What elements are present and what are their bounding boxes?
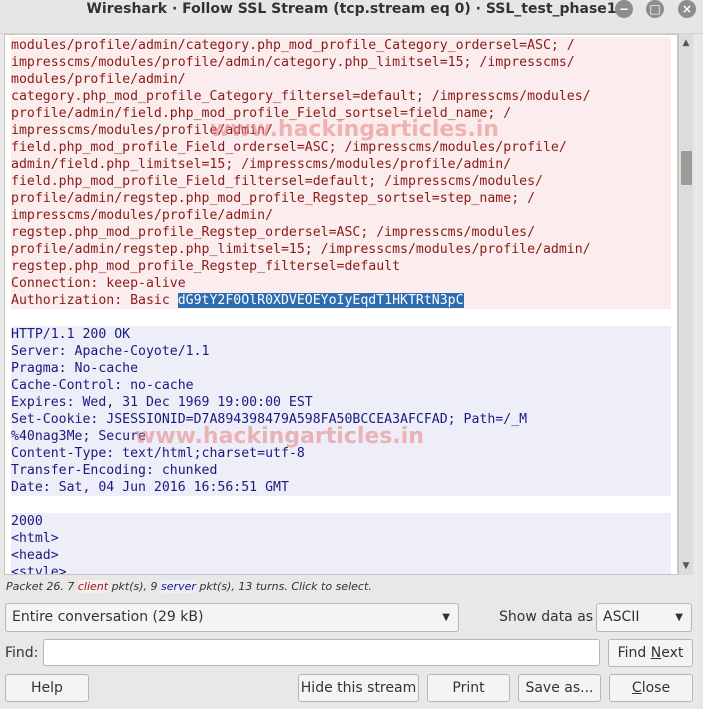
close-accelerator: C <box>631 680 642 696</box>
title-bar: Wireshark · Follow SSL Stream (tcp.strea… <box>0 0 703 34</box>
authorization-line[interactable]: Authorization: Basic dG9tY2F0OlR0XDVEOEY… <box>11 292 671 309</box>
server-stream-line[interactable]: HTTP/1.1 200 OK <box>11 326 671 343</box>
client-stream-line[interactable]: profile/admin/field.php_mod_profile_Fiel… <box>11 105 671 122</box>
conversation-select[interactable]: Entire conversation (29 kB) ▼ <box>5 603 459 632</box>
server-stream-line[interactable]: Transfer-Encoding: chunked <box>11 462 671 479</box>
hide-stream-button[interactable]: Hide this stream <box>298 674 419 702</box>
server-stream-line[interactable]: Content-Type: text/html;charset=utf-8 <box>11 445 671 462</box>
minimize-button[interactable]: − <box>615 0 633 18</box>
client-stream-line[interactable]: field.php_mod_profile_Field_ordersel=ASC… <box>11 139 671 156</box>
client-stream-line[interactable]: regstep.php_mod_profile_Regstep_filterse… <box>11 258 671 275</box>
server-data-block[interactable]: 2000 <html> <head> <style> <box>11 513 671 574</box>
server-stream-line[interactable]: Pragma: No-cache <box>11 360 671 377</box>
authorization-credential-selected[interactable]: dG9tY2F0OlR0XDVEOEYoIyEqdT1HKTRtN3pC <box>177 293 464 308</box>
status-middle: pkt(s), 9 <box>108 580 162 593</box>
find-next-button[interactable]: Find Next <box>608 639 693 667</box>
authorization-prefix: Authorization: Basic <box>11 293 178 308</box>
find-next-label-prefix: Find <box>617 645 651 661</box>
print-button[interactable]: Print <box>427 674 510 702</box>
client-stream-line[interactable]: profile/admin/regstep.php_limitsel=15; /… <box>11 241 671 258</box>
show-data-as-label: Show data as <box>499 609 594 625</box>
packet-status[interactable]: Packet 26. 7 client pkt(s), 9 server pkt… <box>6 580 372 596</box>
client-stream-line[interactable]: modules/profile/admin/ <box>11 71 671 88</box>
client-stream-line[interactable]: category.php_mod_profile_Category_filter… <box>11 88 671 105</box>
scroll-down-arrow-icon[interactable]: ▼ <box>679 559 693 573</box>
server-stream-line[interactable]: Cache-Control: no-cache <box>11 377 671 394</box>
client-stream-line[interactable]: impresscms/modules/profile/admin/ <box>11 122 671 139</box>
server-stream-line[interactable]: Server: Apache-Coyote/1.1 <box>11 343 671 360</box>
scroll-up-arrow-icon[interactable]: ▲ <box>679 36 693 50</box>
server-stream-line[interactable]: Date: Sat, 04 Jun 2016 16:56:51 GMT <box>11 479 671 496</box>
server-stream-line[interactable]: Set-Cookie: JSESSIONID=D7A894398479A598F… <box>11 411 671 428</box>
server-stream-line[interactable]: <html> <box>11 530 671 547</box>
server-stream-line[interactable]: <head> <box>11 547 671 564</box>
server-stream-line[interactable]: <style> <box>11 564 671 574</box>
scrollbar-thumb[interactable] <box>681 151 692 185</box>
show-data-as-select[interactable]: ASCII ▼ <box>596 603 692 632</box>
close-window-button[interactable]: × <box>678 0 696 18</box>
client-stream-line[interactable]: impresscms/modules/profile/admin/ <box>11 207 671 224</box>
client-stream-line[interactable]: Connection: keep-alive <box>11 275 671 292</box>
client-stream-line[interactable]: field.php_mod_profile_Field_filtersel=de… <box>11 173 671 190</box>
find-next-label-suffix: ext <box>661 645 684 661</box>
conversation-select-value: Entire conversation (29 kB) <box>12 609 204 625</box>
window-title: Wireshark · Follow SSL Stream (tcp.strea… <box>86 1 617 17</box>
status-prefix: Packet 26. 7 <box>6 580 78 593</box>
server-stream-line[interactable]: 2000 <box>11 513 671 530</box>
client-data-block[interactable]: modules/profile/admin/category.php_mod_p… <box>11 37 671 292</box>
client-stream-line[interactable]: profile/admin/regstep.php_mod_profile_Re… <box>11 190 671 207</box>
client-stream-line[interactable]: admin/field.php_limitsel=15; /impresscms… <box>11 156 671 173</box>
server-stream-line[interactable]: %40nag3Me; Secure <box>11 428 671 445</box>
find-next-accelerator: N <box>650 645 662 661</box>
close-label-suffix: lose <box>641 680 671 696</box>
maximize-button[interactable]: □ <box>646 0 664 18</box>
save-as-button[interactable]: Save as... <box>518 674 601 702</box>
show-data-as-value: ASCII <box>603 609 640 625</box>
close-button[interactable]: Close <box>609 674 693 702</box>
chevron-down-icon: ▼ <box>675 612 683 623</box>
help-button[interactable]: Help <box>5 674 89 702</box>
server-data-block[interactable]: HTTP/1.1 200 OK Server: Apache-Coyote/1.1… <box>11 326 671 496</box>
vertical-scrollbar[interactable]: ▲ ▼ <box>678 34 693 575</box>
server-stream-line[interactable]: Expires: Wed, 31 Dec 1969 19:00:00 EST <box>11 394 671 411</box>
find-input[interactable] <box>43 639 600 666</box>
stream-content[interactable]: modules/profile/admin/category.php_mod_p… <box>4 34 678 575</box>
client-stream-line[interactable]: impresscms/modules/profile/admin/categor… <box>11 54 671 71</box>
chevron-down-icon: ▼ <box>442 612 450 623</box>
client-tag: client <box>77 580 109 593</box>
server-tag: server <box>161 580 196 593</box>
client-stream-line[interactable]: modules/profile/admin/category.php_mod_p… <box>11 37 671 54</box>
find-label: Find: <box>5 645 39 661</box>
client-stream-line[interactable]: regstep.php_mod_profile_Regstep_ordersel… <box>11 224 671 241</box>
status-suffix: pkt(s), 13 turns. Click to select. <box>195 580 372 593</box>
